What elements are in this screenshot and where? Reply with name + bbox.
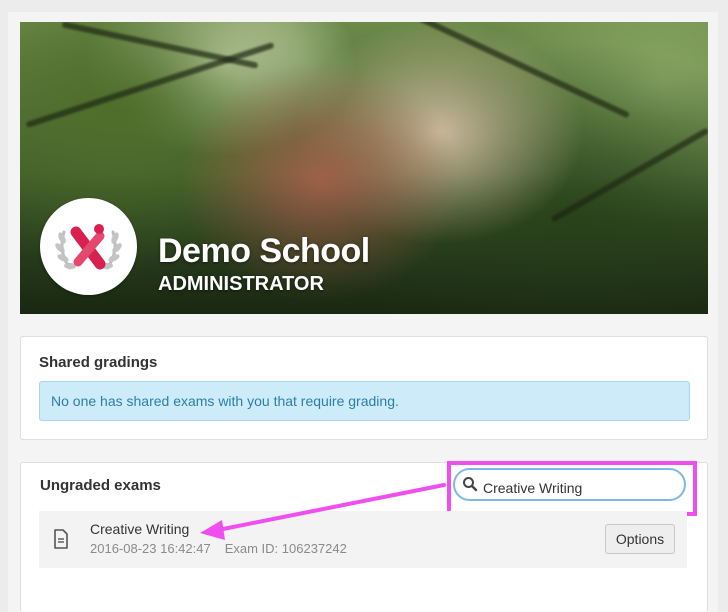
exam-id: Exam ID: 106237242 [224,541,347,556]
user-role: ADMINISTRATOR [158,273,324,295]
banner-branch [61,22,259,69]
shared-gradings-title: Shared gradings [39,354,158,371]
ungraded-exams-card: Ungraded exams Creative Writing 2016-08-… [20,461,708,612]
exam-meta: 2016-08-23 16:42:47 Exam ID: 106237242 [90,541,347,556]
banner-branch [25,41,275,129]
search-icon [463,477,478,492]
shared-gradings-alert: No one has shared exams with you that re… [39,381,690,421]
school-logo [40,198,137,295]
options-button[interactable]: Options [605,524,675,554]
document-icon [54,529,68,549]
search-input[interactable] [453,468,686,501]
exam-title[interactable]: Creative Writing [90,521,189,537]
banner-branch [409,22,631,119]
shared-gradings-card: Shared gradings No one has shared exams … [20,336,708,440]
exam-timestamp: 2016-08-23 16:42:47 [90,541,211,556]
exam-list-item[interactable]: Creative Writing 2016-08-23 16:42:47 Exam… [39,511,687,568]
school-name: Demo School [158,232,370,270]
school-logo-icon [55,224,122,270]
ungraded-exams-title: Ungraded exams [40,477,161,494]
